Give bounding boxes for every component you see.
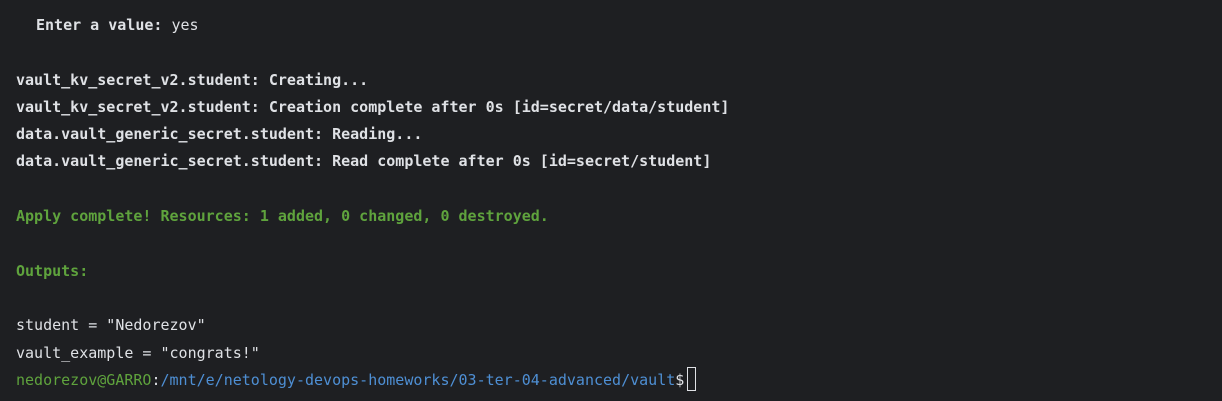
log-line: data.vault_generic_secret.student: Read … bbox=[16, 152, 712, 171]
prompt-separator: : bbox=[151, 370, 161, 389]
output-value-student: student = "Nedorezov" bbox=[16, 316, 206, 335]
log-line: data.vault_generic_secret.student: Readi… bbox=[16, 125, 423, 144]
prompt-question-label: Enter a value: bbox=[36, 16, 163, 34]
output-value-vault-example: vault_example = "congrats!" bbox=[16, 343, 260, 362]
log-line: vault_kv_secret_v2.student: Creation com… bbox=[16, 97, 730, 116]
prompt-cwd: /mnt/e/netology-devops-homeworks/03-ter-… bbox=[160, 370, 676, 389]
prompt-symbol: $ bbox=[675, 370, 685, 389]
shell-prompt-line[interactable]: nedorezov@GARRO:/mnt/e/netology-devops-h… bbox=[16, 367, 1222, 394]
prompt-answer: yes bbox=[162, 16, 199, 34]
prompt-question-line: Enter a value: yes bbox=[16, 12, 1222, 39]
text-cursor[interactable] bbox=[687, 367, 697, 392]
log-line: vault_kv_secret_v2.student: Creating... bbox=[16, 70, 369, 89]
terminal-output[interactable]: Enter a value: yes vault_kv_secret_v2.st… bbox=[0, 0, 1222, 401]
apply-summary: Apply complete! Resources: 1 added, 0 ch… bbox=[16, 207, 549, 226]
outputs-header: Outputs: bbox=[16, 261, 89, 280]
prompt-user-host: nedorezov@GARRO bbox=[16, 370, 152, 389]
